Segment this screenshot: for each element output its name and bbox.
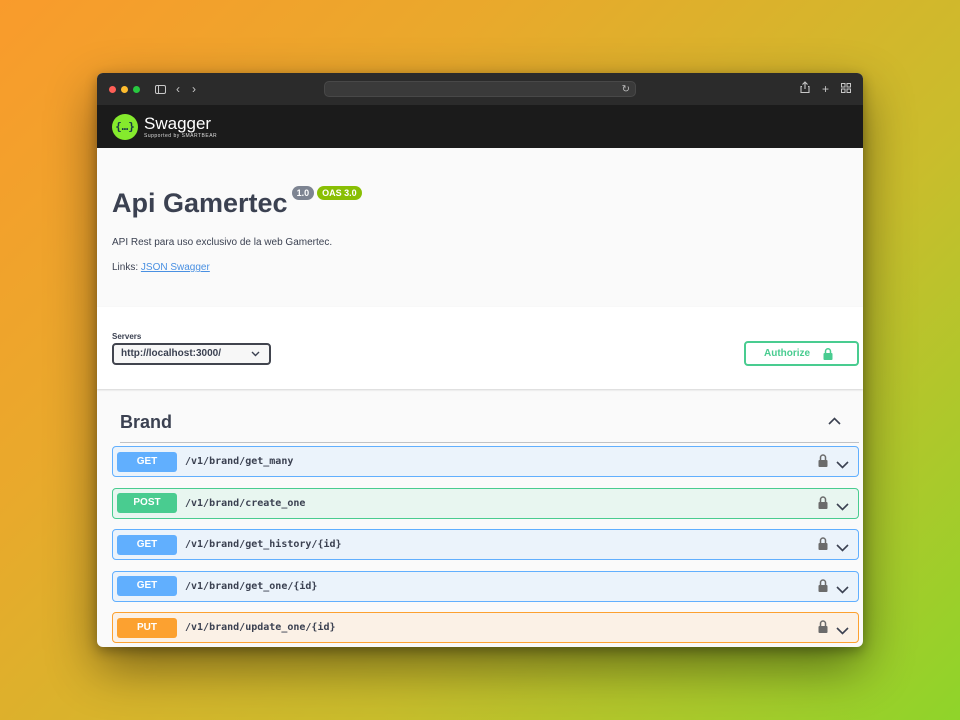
- swagger-logo-icon[interactable]: {…}: [112, 113, 138, 140]
- authorize-label: Authorize: [764, 348, 811, 359]
- address-bar[interactable]: ↻: [324, 81, 636, 97]
- operation-update-one[interactable]: PUT /v1/brand/update_one/{id}: [112, 612, 859, 644]
- lock-icon[interactable]: [818, 495, 828, 514]
- operation-create-one[interactable]: POST /v1/brand/create_one: [112, 487, 859, 519]
- method-badge: POST: [117, 493, 177, 514]
- version-badge: 1.0: [291, 186, 315, 200]
- api-title: Api Gamertec: [112, 188, 288, 218]
- operation-get-many[interactable]: GET /v1/brand/get_many: [112, 446, 859, 477]
- operation-path: /v1/brand/create_one: [185, 497, 306, 509]
- lock-icon[interactable]: [818, 620, 828, 638]
- chevron-down-icon[interactable]: [836, 539, 849, 557]
- oas-badge: OAS 3.0: [317, 186, 362, 200]
- api-info: Api Gamertec 1.0 OAS 3.0 API Rest para u…: [97, 148, 863, 307]
- tab-overview-icon[interactable]: [841, 81, 851, 97]
- lock-icon[interactable]: [818, 579, 828, 597]
- operations-list: GET /v1/brand/get_many POST /v1/brand/cr…: [112, 446, 859, 644]
- zoom-window-button[interactable]: [133, 85, 140, 93]
- method-badge: GET: [117, 534, 177, 555]
- back-arrow-icon[interactable]: ‹: [176, 83, 180, 95]
- operation-path: /v1/brand/get_history/{id}: [185, 539, 342, 551]
- browser-titlebar: ‹ › ↻ +: [97, 73, 863, 105]
- method-badge: PUT: [117, 617, 177, 638]
- operation-path: /v1/brand/get_one/{id}: [185, 580, 318, 592]
- servers-selected-value: http://localhost:3000/: [121, 348, 222, 359]
- swagger-logo-word: Swagger: [144, 113, 212, 133]
- lock-icon[interactable]: [818, 537, 828, 555]
- api-title-row: Api Gamertec 1.0 OAS 3.0: [112, 186, 848, 219]
- operation-path: /v1/brand/get_many: [185, 456, 294, 467]
- close-window-button[interactable]: [109, 85, 116, 93]
- minimize-window-button[interactable]: [121, 85, 128, 93]
- reload-icon[interactable]: ↻: [622, 82, 630, 97]
- swagger-logo[interactable]: Swagger Supported by SMARTBEAR: [144, 115, 217, 139]
- tag-title: Brand: [120, 412, 173, 432]
- brand-tag-section: Brand GET /v1/brand/get_many POST /v1/br…: [97, 389, 863, 644]
- forward-arrow-icon[interactable]: ›: [192, 83, 196, 95]
- authorize-button[interactable]: Authorize: [744, 341, 859, 366]
- lock-icon[interactable]: [818, 454, 828, 472]
- swagger-logo-sub: Supported by SMARTBEAR: [144, 132, 218, 139]
- new-tab-plus-icon[interactable]: +: [822, 81, 829, 97]
- sidebar-toggle-icon[interactable]: [155, 84, 166, 94]
- swagger-topbar: {…} Swagger Supported by SMARTBEAR: [97, 105, 863, 148]
- method-badge: GET: [117, 576, 177, 597]
- chevron-down-icon[interactable]: [836, 498, 849, 516]
- api-description: API Rest para uso exclusivo de la web Ga…: [112, 237, 333, 248]
- operation-get-one[interactable]: GET /v1/brand/get_one/{id}: [112, 570, 859, 602]
- operation-get-history[interactable]: GET /v1/brand/get_history/{id}: [112, 529, 859, 561]
- operation-path: /v1/brand/update_one/{id}: [185, 622, 336, 634]
- api-links: Links: JSON Swagger: [112, 262, 848, 273]
- unlocked-icon: [823, 347, 833, 360]
- chevron-up-icon[interactable]: [828, 412, 841, 430]
- links-label: Links:: [112, 262, 139, 273]
- json-swagger-link[interactable]: JSON Swagger: [141, 262, 210, 273]
- chevron-down-icon: [251, 345, 260, 363]
- chevron-down-icon[interactable]: [836, 456, 849, 474]
- chevron-down-icon[interactable]: [836, 581, 849, 599]
- method-badge: GET: [117, 451, 177, 472]
- share-icon[interactable]: [800, 81, 810, 97]
- browser-window: ‹ › ↻ + {…} Swagger Supported by SMARTBE…: [97, 73, 863, 647]
- servers-section: Servers http://localhost:3000/ Authorize: [97, 307, 863, 389]
- servers-label: Servers: [112, 332, 142, 341]
- chevron-down-icon[interactable]: [836, 622, 849, 640]
- brand-tag-header[interactable]: Brand: [120, 389, 859, 443]
- servers-select[interactable]: http://localhost:3000/: [112, 343, 271, 365]
